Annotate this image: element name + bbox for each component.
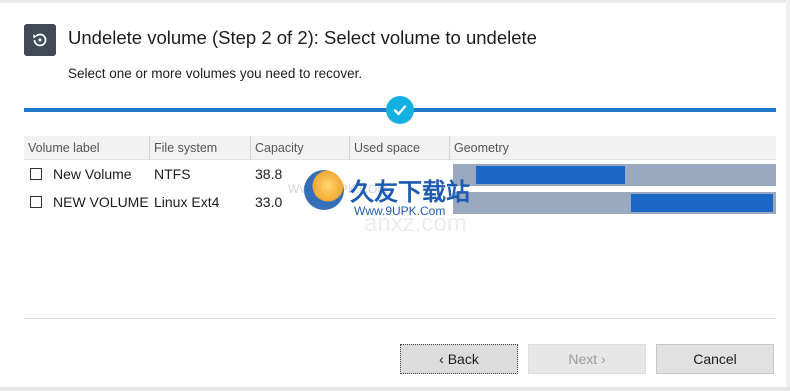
restore-history-icon (24, 24, 56, 56)
file-system-cell: Linux Ext4 (154, 194, 220, 210)
footer-divider (24, 318, 776, 319)
volume-label-cell: NEW VOLUME (53, 194, 149, 210)
cancel-button[interactable]: Cancel (656, 344, 774, 374)
table-row[interactable]: New Volume NTFS 38.8 (24, 160, 776, 188)
page-subtitle: Select one or more volumes you need to r… (68, 66, 363, 81)
table-header: Volume label File system Capacity Used s… (24, 136, 776, 160)
geometry-bar (453, 164, 776, 186)
window-bottom-edge (0, 387, 790, 391)
back-button[interactable]: ‹ Back (400, 344, 518, 374)
volume-checkbox[interactable] (30, 168, 42, 180)
geometry-bar-fill (476, 166, 625, 184)
volume-table: Volume label File system Capacity Used s… (24, 136, 776, 216)
geometry-bar-fill (631, 194, 773, 212)
geometry-bar (453, 192, 776, 214)
column-header-capacity[interactable]: Capacity (250, 136, 350, 160)
checkmark-icon (386, 96, 414, 124)
column-header-file-system[interactable]: File system (149, 136, 249, 160)
next-button[interactable]: Next › (528, 344, 646, 374)
volume-checkbox[interactable] (30, 196, 42, 208)
table-row[interactable]: NEW VOLUME Linux Ext4 33.0 (24, 188, 776, 216)
page-title: Undelete volume (Step 2 of 2): Select vo… (68, 27, 537, 48)
file-system-cell: NTFS (154, 166, 191, 182)
column-header-volume-label[interactable]: Volume label (24, 136, 148, 160)
column-header-geometry[interactable]: Geometry (449, 136, 775, 160)
column-header-used-space[interactable]: Used space (349, 136, 449, 160)
window-top-edge (0, 0, 790, 3)
capacity-cell: 33.0 (255, 194, 283, 210)
volume-label-cell: New Volume (53, 166, 132, 182)
capacity-cell: 38.8 (255, 166, 283, 182)
window-right-edge (786, 0, 790, 391)
